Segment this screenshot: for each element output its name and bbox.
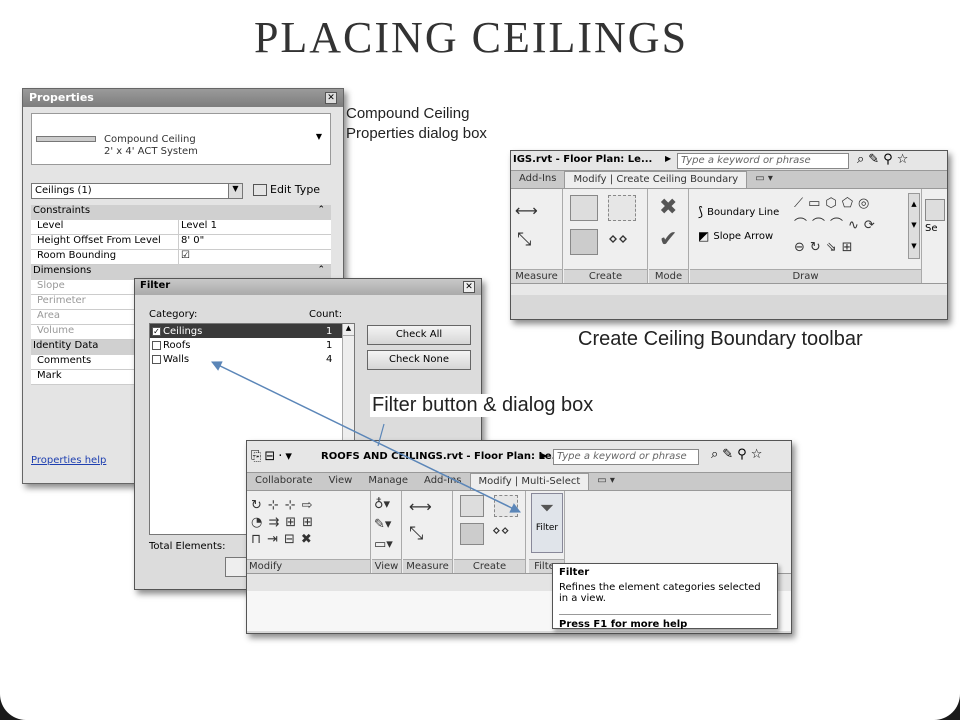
callout-arrows	[211, 361, 521, 513]
slide: PLACING CEILINGS Properties ✕ Compound C…	[0, 0, 960, 720]
caption-pointer	[377, 423, 385, 447]
arrow-line	[211, 361, 521, 513]
